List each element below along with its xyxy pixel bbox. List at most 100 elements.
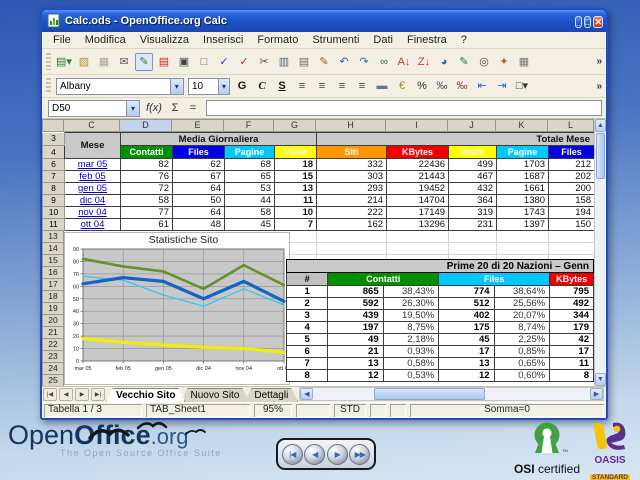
percent-cell[interactable]: 26,30% bbox=[383, 298, 439, 310]
month-link-cell[interactable]: nov 04 bbox=[65, 207, 121, 219]
header-cell[interactable]: Visite bbox=[449, 146, 497, 159]
currency-format-icon[interactable]: € bbox=[393, 77, 411, 95]
rank-cell[interactable]: 6 bbox=[287, 346, 328, 358]
selection-mode-status[interactable]: STD bbox=[334, 404, 366, 417]
percent-cell[interactable]: 8,75% bbox=[383, 322, 439, 334]
find-replace-icon[interactable]: ◎ bbox=[475, 53, 493, 71]
percent-cell[interactable]: 0,58% bbox=[383, 358, 439, 370]
value-cell[interactable]: 15 bbox=[275, 171, 317, 183]
prev-sheet-button[interactable]: ◀ bbox=[59, 388, 73, 401]
value-cell[interactable]: 214 bbox=[317, 195, 387, 207]
toolbar-overflow-chevron[interactable]: » bbox=[592, 56, 606, 67]
row-header[interactable]: 23 bbox=[42, 351, 64, 363]
font-name-dropdown-icon[interactable]: ▾ bbox=[170, 79, 183, 94]
last-sheet-button[interactable]: ▶| bbox=[91, 388, 105, 401]
align-center-icon[interactable]: ≡ bbox=[313, 77, 331, 95]
percent-cell[interactable]: 0,93% bbox=[383, 346, 439, 358]
first-sheet-button[interactable]: |◀ bbox=[43, 388, 57, 401]
print-icon[interactable]: ▣ bbox=[175, 53, 193, 71]
edit-file-icon[interactable]: ✎ bbox=[135, 53, 153, 71]
insert-mode-status[interactable] bbox=[296, 404, 330, 417]
cut-icon[interactable]: ✂ bbox=[255, 53, 273, 71]
value-cell[interactable]: 17149 bbox=[387, 207, 449, 219]
value-cell[interactable]: 64 bbox=[173, 207, 225, 219]
value-cell[interactable]: 194 bbox=[549, 207, 594, 219]
percent-cell[interactable]: 0,85% bbox=[494, 346, 550, 358]
menu-item[interactable]: Dati bbox=[366, 33, 400, 47]
value-cell[interactable]: 319 bbox=[449, 207, 497, 219]
value-cell[interactable]: 592 bbox=[328, 298, 383, 310]
undo-icon[interactable]: ↶ bbox=[335, 53, 353, 71]
horizontal-scroll-track[interactable] bbox=[313, 388, 590, 400]
value-cell[interactable]: 1743 bbox=[497, 207, 549, 219]
header-cell[interactable]: Contatti bbox=[121, 146, 173, 159]
value-cell[interactable]: 48 bbox=[173, 219, 225, 231]
value-cell[interactable]: 14704 bbox=[387, 195, 449, 207]
skip-start-button[interactable]: |◀ bbox=[282, 444, 303, 465]
column-header[interactable]: E bbox=[172, 119, 224, 132]
row-header[interactable]: 7 bbox=[43, 171, 65, 183]
column-header[interactable]: K bbox=[496, 119, 548, 132]
row-header[interactable]: 18 bbox=[42, 291, 64, 303]
header-cell-totale-mese[interactable]: Totale Mese bbox=[317, 133, 594, 146]
value-cell[interactable]: 231 bbox=[449, 219, 497, 231]
header-cell[interactable]: Pagine bbox=[225, 146, 275, 159]
sheet-tab[interactable]: Dettagli bbox=[244, 388, 298, 402]
value-cell[interactable]: 212 bbox=[549, 159, 594, 171]
column-header[interactable]: C bbox=[64, 119, 120, 132]
percent-cell[interactable]: 2,25% bbox=[494, 334, 550, 346]
percent-cell[interactable]: 0,65% bbox=[494, 358, 550, 370]
align-justify-icon[interactable]: ≡ bbox=[353, 77, 371, 95]
row-header[interactable]: 24 bbox=[42, 363, 64, 375]
cell-reference-input[interactable] bbox=[49, 103, 126, 114]
header-cell-mese[interactable]: Mese bbox=[65, 133, 121, 159]
font-size-dropdown-icon[interactable]: ▾ bbox=[218, 79, 229, 94]
rank-cell[interactable]: 7 bbox=[287, 358, 328, 370]
header-cell[interactable]: Files bbox=[173, 146, 225, 159]
toolbar-grip[interactable] bbox=[46, 53, 51, 71]
value-cell[interactable]: 1687 bbox=[497, 171, 549, 183]
maximize-button[interactable]: □ bbox=[584, 16, 591, 28]
scroll-up-button[interactable]: ▲ bbox=[595, 119, 606, 132]
chart-icon[interactable]: ◕ bbox=[435, 53, 453, 71]
percent-format-icon[interactable]: % bbox=[413, 77, 431, 95]
value-cell[interactable]: 50 bbox=[173, 195, 225, 207]
format-paintbrush-icon[interactable]: ✎ bbox=[315, 53, 333, 71]
value-cell[interactable]: 774 bbox=[439, 286, 494, 298]
menu-item[interactable]: File bbox=[46, 33, 78, 47]
sheet-tab[interactable]: Vecchio Sito bbox=[106, 388, 185, 402]
header-cell[interactable]: Pagine bbox=[497, 146, 549, 159]
value-cell[interactable]: 200 bbox=[549, 183, 594, 195]
value-cell[interactable]: 11 bbox=[275, 195, 317, 207]
row-header[interactable]: 4 bbox=[43, 146, 65, 159]
percent-cell[interactable]: 25,56% bbox=[494, 298, 550, 310]
percent-cell[interactable]: 20,07% bbox=[494, 310, 550, 322]
percent-cell[interactable]: 38,64% bbox=[494, 286, 550, 298]
header-cell-media-giornaliera[interactable]: Media Giornaliera bbox=[121, 133, 317, 146]
column-header[interactable]: D bbox=[120, 119, 172, 132]
merge-cells-icon[interactable]: ▬ bbox=[373, 77, 391, 95]
value-cell[interactable]: 158 bbox=[549, 195, 594, 207]
site-stats-chart-object[interactable]: Statistiche Sito0102030405060708090mar 0… bbox=[64, 232, 290, 385]
gallery-icon[interactable]: ▦ bbox=[515, 53, 533, 71]
value-cell[interactable]: 22436 bbox=[387, 159, 449, 171]
month-link-cell[interactable]: gen 05 bbox=[65, 183, 121, 195]
column-header[interactable]: I bbox=[386, 119, 448, 132]
page-preview-icon[interactable]: □ bbox=[195, 53, 213, 71]
row-header[interactable]: 22 bbox=[42, 339, 64, 351]
column-header[interactable]: H bbox=[316, 119, 386, 132]
value-cell[interactable]: 45 bbox=[225, 219, 275, 231]
column-header[interactable]: J bbox=[448, 119, 496, 132]
row-header[interactable]: 3 bbox=[43, 133, 65, 146]
row-header[interactable]: 9 bbox=[43, 195, 65, 207]
value-cell[interactable]: 68 bbox=[225, 159, 275, 171]
row-header[interactable]: 13 bbox=[42, 231, 64, 243]
month-link-cell[interactable]: feb 05 bbox=[65, 171, 121, 183]
email-icon[interactable]: ✉ bbox=[115, 53, 133, 71]
font-size-input[interactable] bbox=[189, 81, 218, 92]
step-back-button[interactable]: ◀ bbox=[304, 444, 325, 465]
next-sheet-button[interactable]: ▶ bbox=[75, 388, 89, 401]
month-link-cell[interactable]: mar 05 bbox=[65, 159, 121, 171]
autospellcheck-icon[interactable]: ✓ bbox=[235, 53, 253, 71]
toolbar-overflow-chevron[interactable]: » bbox=[592, 81, 606, 92]
